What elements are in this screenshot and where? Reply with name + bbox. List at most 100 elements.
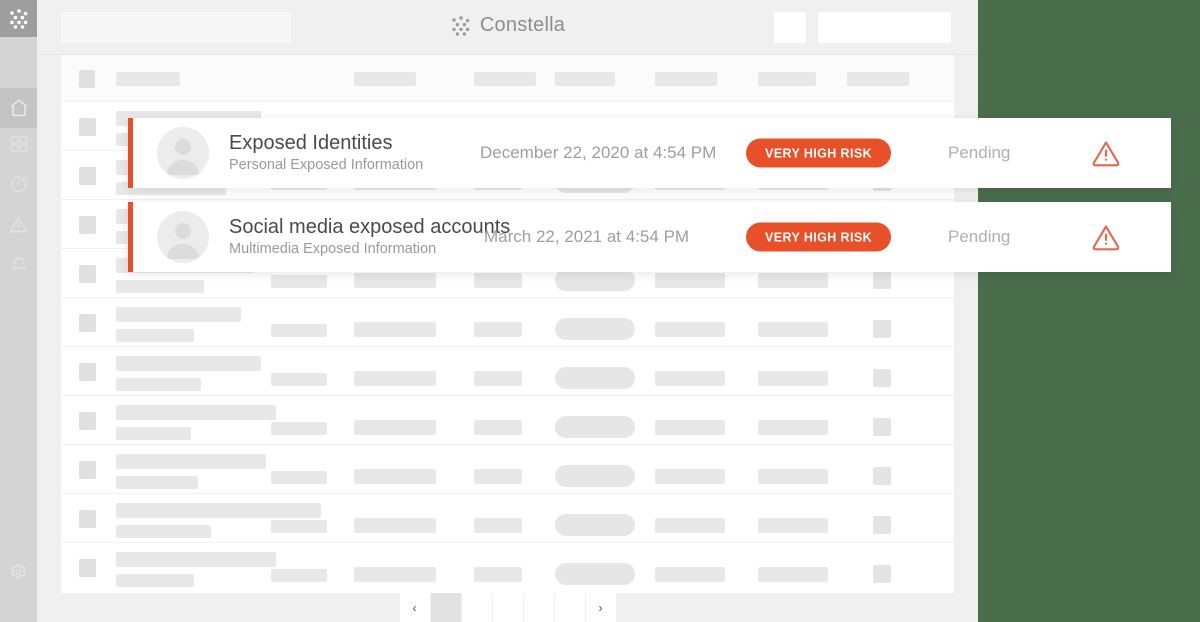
row-checkbox[interactable] bbox=[79, 559, 96, 577]
cell-icon-skeleton bbox=[873, 565, 891, 583]
alert-card-exposed-identities[interactable]: Exposed Identities Personal Exposed Info… bbox=[128, 118, 1171, 188]
select-all-checkbox[interactable] bbox=[79, 70, 95, 88]
cell-skeleton bbox=[116, 476, 198, 489]
cell-skeleton bbox=[354, 518, 436, 533]
sidebar-item-settings[interactable] bbox=[0, 552, 37, 592]
clock-history-icon bbox=[8, 174, 29, 195]
grid-dashboard-icon bbox=[9, 134, 29, 154]
pagination-page-3[interactable] bbox=[492, 593, 523, 622]
cell-skeleton bbox=[116, 525, 211, 538]
cell-pill-skeleton bbox=[555, 416, 635, 438]
alert-subtitle: Personal Exposed Information bbox=[229, 157, 424, 173]
alert-title: Social media exposed accounts bbox=[229, 216, 511, 238]
dots-grid-icon bbox=[450, 15, 472, 37]
cell-skeleton bbox=[655, 420, 725, 435]
row-checkbox[interactable] bbox=[79, 363, 96, 381]
table-header-row bbox=[61, 55, 954, 102]
row-checkbox[interactable] bbox=[79, 167, 96, 185]
cell-skeleton bbox=[271, 373, 327, 386]
pagination-prev[interactable]: ‹ bbox=[399, 593, 430, 622]
table-row[interactable] bbox=[61, 298, 954, 347]
alert-text-block: Social media exposed accounts Multimedia… bbox=[229, 215, 510, 259]
topbar-account-button[interactable] bbox=[818, 12, 951, 43]
cell-icon-skeleton bbox=[873, 418, 891, 436]
alert-accent-bar bbox=[128, 202, 133, 272]
sidebar-item-dashboard[interactable] bbox=[0, 124, 37, 164]
cell-skeleton bbox=[474, 518, 522, 533]
column-header-skeleton bbox=[758, 72, 816, 86]
cell-pill-skeleton bbox=[555, 269, 635, 291]
row-checkbox[interactable] bbox=[79, 510, 96, 528]
cell-skeleton bbox=[354, 420, 436, 435]
row-checkbox[interactable] bbox=[79, 314, 96, 332]
cell-skeleton bbox=[354, 371, 436, 386]
cell-pill-skeleton bbox=[555, 465, 635, 487]
pagination: ‹ › bbox=[61, 593, 954, 622]
column-header-skeleton bbox=[847, 72, 909, 86]
cell-skeleton bbox=[116, 329, 194, 342]
cell-skeleton bbox=[474, 371, 522, 386]
row-checkbox[interactable] bbox=[79, 265, 96, 283]
cell-skeleton bbox=[271, 324, 327, 337]
table-row[interactable] bbox=[61, 543, 954, 593]
table-row[interactable] bbox=[61, 494, 954, 543]
pagination-page-5[interactable] bbox=[554, 593, 585, 622]
column-header-skeleton bbox=[354, 72, 416, 86]
cell-skeleton bbox=[655, 273, 725, 288]
alert-subtitle: Multimedia Exposed Information bbox=[229, 241, 437, 257]
table-row[interactable] bbox=[61, 396, 954, 445]
cell-skeleton bbox=[758, 322, 828, 337]
app-window: Constella ‹ › bbox=[0, 0, 978, 622]
sidebar-item-alerts[interactable] bbox=[0, 204, 37, 244]
cell-skeleton bbox=[116, 280, 204, 293]
home-icon bbox=[8, 97, 30, 119]
sidebar-item-history[interactable] bbox=[0, 164, 37, 204]
sidebar-item-notifications[interactable] bbox=[0, 244, 37, 284]
cell-skeleton bbox=[116, 552, 276, 567]
top-bar: Constella bbox=[37, 0, 978, 55]
warning-triangle-icon[interactable] bbox=[1090, 221, 1122, 253]
cell-skeleton bbox=[474, 420, 522, 435]
cell-skeleton bbox=[655, 322, 725, 337]
cell-skeleton bbox=[116, 307, 241, 322]
warning-triangle-icon[interactable] bbox=[1090, 137, 1122, 169]
cell-skeleton bbox=[116, 405, 276, 420]
alert-text-block: Exposed Identities Personal Exposed Info… bbox=[229, 131, 423, 175]
column-header-skeleton bbox=[555, 72, 615, 86]
cell-skeleton bbox=[116, 378, 201, 391]
cell-skeleton bbox=[474, 469, 522, 484]
row-checkbox[interactable] bbox=[79, 461, 96, 479]
cell-skeleton bbox=[758, 518, 828, 533]
sidebar-item-home[interactable] bbox=[0, 88, 37, 128]
row-checkbox[interactable] bbox=[79, 118, 96, 136]
cell-skeleton bbox=[271, 520, 327, 533]
bell-icon bbox=[9, 254, 29, 274]
risk-badge[interactable]: VERY HIGH RISK bbox=[746, 222, 892, 252]
sidebar-logo[interactable] bbox=[0, 0, 37, 37]
cell-skeleton bbox=[271, 569, 327, 582]
gear-icon bbox=[8, 562, 29, 583]
pagination-page-4[interactable] bbox=[523, 593, 554, 622]
sidebar bbox=[0, 0, 37, 622]
cell-pill-skeleton bbox=[555, 563, 635, 585]
pagination-page-2[interactable] bbox=[461, 593, 492, 622]
pagination-next[interactable]: › bbox=[585, 593, 616, 622]
cell-icon-skeleton bbox=[873, 467, 891, 485]
cell-icon-skeleton bbox=[873, 369, 891, 387]
risk-badge[interactable]: VERY HIGH RISK bbox=[746, 138, 892, 168]
cell-skeleton bbox=[354, 273, 436, 288]
pagination-page-1[interactable] bbox=[430, 593, 461, 622]
alert-date: March 22, 2021 at 4:54 PM bbox=[484, 227, 690, 246]
cell-icon-skeleton bbox=[873, 516, 891, 534]
cell-skeleton bbox=[474, 322, 522, 337]
column-header-skeleton bbox=[655, 72, 717, 86]
alert-card-social-media[interactable]: Social media exposed accounts Multimedia… bbox=[128, 202, 1171, 272]
topbar-icon-button[interactable] bbox=[774, 12, 806, 43]
status-label: Pending bbox=[948, 227, 1011, 246]
row-checkbox[interactable] bbox=[79, 216, 96, 234]
table-row[interactable] bbox=[61, 445, 954, 494]
cell-skeleton bbox=[758, 371, 828, 386]
table-row[interactable] bbox=[61, 347, 954, 396]
row-checkbox[interactable] bbox=[79, 412, 96, 430]
cell-skeleton bbox=[758, 420, 828, 435]
